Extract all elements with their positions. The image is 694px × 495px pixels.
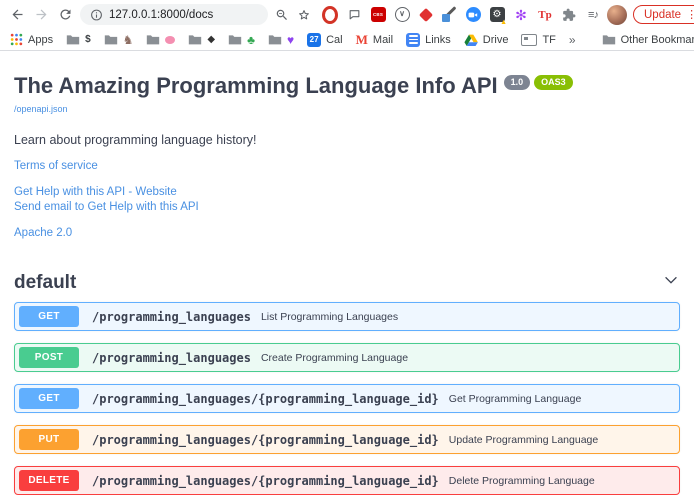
bookmark-star-icon[interactable] xyxy=(296,7,312,23)
horse-icon: ♞ xyxy=(123,35,134,45)
contact-email-link[interactable]: Send email to Get Help with this API xyxy=(14,200,680,216)
update-label: Update xyxy=(644,9,681,21)
endpoint-summary: Delete Programming Language xyxy=(449,475,595,487)
bookmark-apps[interactable]: Apps xyxy=(10,33,53,46)
endpoint-summary: List Programming Languages xyxy=(261,311,398,323)
chevron-down-icon[interactable] xyxy=(662,271,680,294)
version-badge: 1.0 xyxy=(504,75,531,90)
opblock-post-create[interactable]: POST /programming_languages Create Progr… xyxy=(14,343,680,372)
endpoint-path: /programming_languages/{programming_lang… xyxy=(92,392,439,406)
diigo-icon[interactable] xyxy=(418,7,434,23)
puzzle-icon[interactable] xyxy=(561,7,577,23)
endpoint-path: /programming_languages/{programming_lang… xyxy=(92,474,439,488)
method-badge: PUT xyxy=(19,429,79,450)
site-info-icon[interactable] xyxy=(90,8,103,21)
music-queue-icon[interactable]: ≡♪ xyxy=(585,7,601,23)
folder-icon xyxy=(602,34,616,45)
pocket-icon[interactable]: ∨ xyxy=(394,7,410,23)
method-badge: DELETE xyxy=(19,470,79,491)
opblock-get-list[interactable]: GET /programming_languages List Programm… xyxy=(14,302,680,331)
page-title: The Amazing Programming Language Info AP… xyxy=(14,73,680,99)
forward-icon[interactable] xyxy=(32,6,50,24)
endpoint-summary: Get Programming Language xyxy=(449,393,582,405)
folder-icon xyxy=(146,34,160,45)
browser-toolbar: 127.0.0.1:8000/docs CBS ∨ ⚙▲ ✻ Tp ≡♪ Upd… xyxy=(0,0,694,29)
browser-chrome: 127.0.0.1:8000/docs CBS ∨ ⚙▲ ✻ Tp ≡♪ Upd… xyxy=(0,0,694,51)
method-badge: GET xyxy=(19,306,79,327)
eyedropper-icon[interactable] xyxy=(442,7,457,22)
api-description: Learn about programming language history… xyxy=(14,133,680,147)
openapi-spec-link[interactable]: /openapi.json xyxy=(14,104,68,114)
back-icon[interactable] xyxy=(8,6,26,24)
bookmark-folder-green[interactable]: ♣ xyxy=(228,34,255,45)
bookmark-folder-horse[interactable]: ♞ xyxy=(104,34,134,45)
bookmark-folder-brain[interactable] xyxy=(146,34,175,45)
other-bookmarks[interactable]: Other Bookmarks xyxy=(602,34,694,46)
folder-icon xyxy=(268,34,282,45)
tf-icon xyxy=(521,34,537,46)
endpoint-path: /programming_languages xyxy=(92,310,251,324)
opblock-put-update[interactable]: PUT /programming_languages/{programming_… xyxy=(14,425,680,454)
reload-icon[interactable] xyxy=(56,6,74,24)
api-info: The Amazing Programming Language Info AP… xyxy=(14,51,680,241)
tp-icon[interactable]: Tp xyxy=(537,7,553,23)
bookmark-folder-purple-heart[interactable]: ♥ xyxy=(268,34,294,45)
gear-warning-icon[interactable]: ⚙▲ xyxy=(489,7,505,23)
bookmark-drive[interactable]: Drive xyxy=(464,34,509,46)
method-badge: POST xyxy=(19,347,79,368)
section-title: default xyxy=(14,272,76,294)
dollar-icon: $ xyxy=(85,35,91,45)
update-button[interactable]: Update ⋮ xyxy=(633,5,694,24)
folder-icon xyxy=(228,34,242,45)
bookmark-folder-dollar[interactable]: $ xyxy=(66,34,91,45)
bookmark-cal[interactable]: 27 Cal xyxy=(307,33,343,47)
gmail-icon: M xyxy=(356,32,368,48)
blocker-icon[interactable] xyxy=(322,7,338,23)
calendar-icon: 27 xyxy=(307,33,321,47)
license-link[interactable]: Apache 2.0 xyxy=(14,226,680,242)
bookmarks-bar: Apps $ ♞ ◆ ♣ ♥ 27 Cal M xyxy=(0,29,694,50)
drive-icon xyxy=(464,34,478,46)
graduation-cap-icon: ◆ xyxy=(207,35,215,45)
zoom-camera-icon[interactable] xyxy=(465,7,481,23)
url-bar[interactable]: 127.0.0.1:8000/docs xyxy=(80,4,268,25)
api-links: Terms of service Get Help with this API … xyxy=(14,159,680,241)
zoom-out-icon[interactable] xyxy=(274,7,290,23)
folder-icon xyxy=(188,34,202,45)
chat-bubble-icon[interactable] xyxy=(346,7,362,23)
folder-icon xyxy=(104,34,118,45)
leaf-icon: ♣ xyxy=(247,35,255,45)
brain-icon xyxy=(165,36,175,44)
cbs-icon[interactable]: CBS xyxy=(370,7,386,23)
apps-grid-icon xyxy=(10,33,23,46)
method-badge: GET xyxy=(19,388,79,409)
kebab-menu-icon[interactable]: ⋮ xyxy=(686,8,694,21)
tag-section-default[interactable]: default xyxy=(14,271,680,302)
endpoint-summary: Create Programming Language xyxy=(261,352,408,364)
opblock-get-one[interactable]: GET /programming_languages/{programming_… xyxy=(14,384,680,413)
api-title-text: The Amazing Programming Language Info AP… xyxy=(14,73,498,99)
terms-of-service-link[interactable]: Terms of service xyxy=(14,159,680,175)
bookmark-links[interactable]: Links xyxy=(406,33,451,47)
endpoint-path: /programming_languages xyxy=(92,351,251,365)
endpoint-summary: Update Programming Language xyxy=(449,434,598,446)
extension-area: CBS ∨ ⚙▲ ✻ Tp ≡♪ xyxy=(322,7,601,23)
bookmark-tf[interactable]: TF xyxy=(521,34,555,46)
endpoint-path: /programming_languages/{programming_lang… xyxy=(92,433,439,447)
contact-website-link[interactable]: Get Help with this API - Website xyxy=(14,185,680,201)
bookmarks-overflow-chevron[interactable]: » xyxy=(569,33,576,47)
bookmark-folder-grad[interactable]: ◆ xyxy=(188,34,215,45)
oas3-badge: OAS3 xyxy=(534,75,573,90)
bookmark-mail[interactable]: M Mail xyxy=(356,32,393,48)
swagger-ui: The Amazing Programming Language Info AP… xyxy=(0,51,694,495)
flower-icon[interactable]: ✻ xyxy=(513,7,529,23)
profile-avatar[interactable] xyxy=(607,5,627,25)
purple-heart-icon: ♥ xyxy=(287,35,294,45)
links-icon xyxy=(406,33,420,47)
opblock-delete[interactable]: DELETE /programming_languages/{programmi… xyxy=(14,466,680,495)
url-text[interactable]: 127.0.0.1:8000/docs xyxy=(109,9,213,21)
folder-icon xyxy=(66,34,80,45)
